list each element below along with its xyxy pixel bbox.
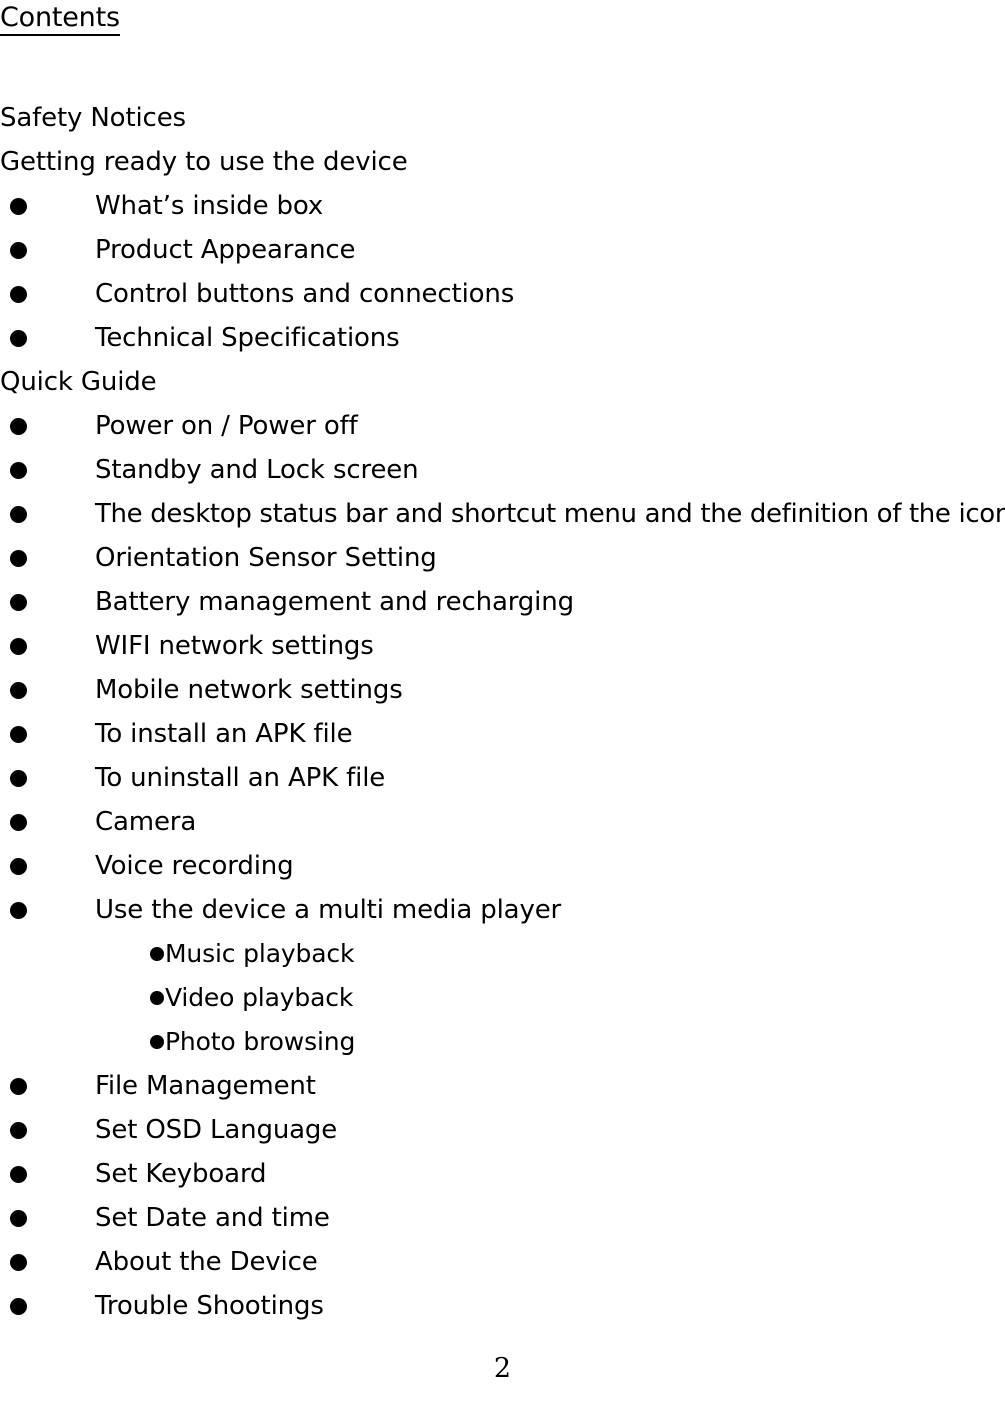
bullet-icon	[150, 947, 164, 961]
bullet-icon	[150, 991, 164, 1005]
bullet-icon	[10, 198, 27, 215]
toc-item-label: Orientation Sensor Setting	[95, 543, 437, 573]
toc-item-label: Set OSD Language	[95, 1115, 338, 1145]
toc-subitem-content: Music playback	[150, 932, 354, 976]
toc-item: To install an APK file	[0, 712, 1005, 756]
toc-item: Mobile network settings	[0, 668, 1005, 712]
toc-section: Quick Guide	[0, 360, 1005, 404]
toc-item-label: File Management	[95, 1071, 316, 1101]
bullet-icon	[10, 462, 27, 479]
toc-item-label: Control buttons and connections	[95, 279, 515, 309]
bullet-icon	[10, 770, 27, 787]
bullet-icon	[10, 242, 27, 259]
toc-item: About the Device	[0, 1240, 1005, 1284]
bullet-icon	[10, 1254, 27, 1271]
bullet-icon	[10, 814, 27, 831]
bullet-icon	[10, 550, 27, 567]
document-page: Contents Safety Notices Getting ready to …	[0, 0, 1005, 1404]
toc-item: WIFI network settings	[0, 624, 1005, 668]
toc-section-label: Getting ready to use the device	[0, 147, 408, 177]
toc-item-label: Voice recording	[95, 851, 294, 881]
toc-item: Battery management and recharging	[0, 580, 1005, 624]
toc-subitem-label: Music playback	[165, 939, 355, 968]
toc-item-label: Set Date and time	[95, 1203, 330, 1233]
toc-subitem: Music playback	[0, 932, 1005, 976]
toc-item: Camera	[0, 800, 1005, 844]
toc-item-label: The desktop status bar and shortcut menu…	[95, 499, 1005, 529]
toc-item: Standby and Lock screen	[0, 448, 1005, 492]
page-number: 2	[493, 1353, 512, 1384]
toc-subitem-label: Photo browsing	[165, 1027, 356, 1056]
bullet-icon	[10, 1122, 27, 1139]
toc-item: Product Appearance	[0, 228, 1005, 272]
toc-item-label: What’s inside box	[95, 191, 324, 221]
toc-item: Control buttons and connections	[0, 272, 1005, 316]
toc-subitem-content: Video playback	[150, 976, 353, 1020]
toc-item: Set Date and time	[0, 1196, 1005, 1240]
toc-item: To uninstall an APK file	[0, 756, 1005, 800]
bullet-icon	[10, 1078, 27, 1095]
bullet-icon	[10, 682, 27, 699]
toc-item-label: Use the device a multi media player	[95, 895, 562, 925]
toc-item: Trouble Shootings	[0, 1284, 1005, 1328]
toc-item-label: Power on / Power off	[95, 411, 358, 441]
toc-item-label: To install an APK file	[95, 719, 353, 749]
bullet-icon	[150, 1035, 164, 1049]
toc-item-label: To uninstall an APK file	[95, 763, 386, 793]
toc-item-label: Product Appearance	[95, 235, 356, 265]
toc-item: Power on / Power off	[0, 404, 1005, 448]
bullet-icon	[10, 858, 27, 875]
bullet-icon	[10, 638, 27, 655]
table-of-contents: Safety Notices Getting ready to use the d…	[0, 96, 1005, 1328]
toc-subitem-content: Photo browsing	[150, 1020, 355, 1064]
bullet-icon	[10, 506, 27, 523]
toc-item-label: Trouble Shootings	[95, 1291, 324, 1321]
toc-item: Voice recording	[0, 844, 1005, 888]
toc-item-label: Battery management and recharging	[95, 587, 574, 617]
toc-item: Set OSD Language	[0, 1108, 1005, 1152]
toc-item-label: Mobile network settings	[95, 675, 403, 705]
toc-item-label: About the Device	[95, 1247, 318, 1277]
toc-item: The desktop status bar and shortcut menu…	[0, 492, 1005, 536]
toc-section: Safety Notices	[0, 96, 1005, 140]
bullet-icon	[10, 286, 27, 303]
page-title: Contents	[0, 0, 120, 40]
toc-item: Orientation Sensor Setting	[0, 536, 1005, 580]
toc-section-label: Quick Guide	[0, 367, 157, 397]
toc-item: Technical Specifications	[0, 316, 1005, 360]
toc-item: What’s inside box	[0, 184, 1005, 228]
toc-subitem: Photo browsing	[0, 1020, 1005, 1064]
toc-item-label: Camera	[95, 807, 197, 837]
toc-item: File Management	[0, 1064, 1005, 1108]
bullet-icon	[10, 1166, 27, 1183]
bullet-icon	[10, 418, 27, 435]
toc-item: Set Keyboard	[0, 1152, 1005, 1196]
toc-item-label: WIFI network settings	[95, 631, 374, 661]
toc-section: Getting ready to use the device	[0, 140, 1005, 184]
toc-section-label: Safety Notices	[0, 103, 186, 133]
toc-subitem-label: Video playback	[165, 983, 354, 1012]
toc-subitem: Video playback	[0, 976, 1005, 1020]
page-title-text: Contents	[0, 2, 120, 36]
bullet-icon	[10, 1298, 27, 1315]
bullet-icon	[10, 902, 27, 919]
toc-item-label: Set Keyboard	[95, 1159, 267, 1189]
toc-item: Use the device a multi media player	[0, 888, 1005, 932]
toc-item-label: Technical Specifications	[95, 323, 400, 353]
bullet-icon	[10, 330, 27, 347]
bullet-icon	[10, 1210, 27, 1227]
bullet-icon	[10, 594, 27, 611]
bullet-icon	[10, 726, 27, 743]
toc-item-label: Standby and Lock screen	[95, 455, 419, 485]
